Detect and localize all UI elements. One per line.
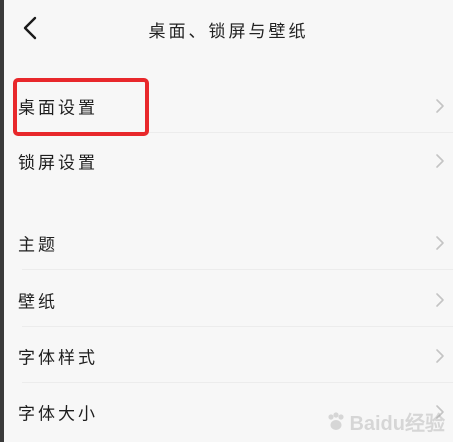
list-item-font-style[interactable]: 字体样式	[4, 329, 453, 383]
item-label: 字体样式	[18, 348, 98, 369]
highlight-annotation-box	[13, 78, 149, 136]
chevron-right-icon	[436, 293, 444, 307]
header: 桌面、锁屏与壁纸	[4, 0, 453, 60]
divider	[22, 269, 453, 270]
divider	[22, 326, 453, 327]
page-title: 桌面、锁屏与壁纸	[148, 22, 309, 42]
item-label: 主题	[18, 235, 58, 256]
item-label: 壁纸	[18, 292, 58, 313]
watermark-text: Baidu经验	[349, 413, 445, 435]
paw-icon	[328, 411, 345, 430]
watermark: Baidu经验	[325, 407, 445, 436]
settings-screen: 桌面、锁屏与壁纸 桌面设置 锁屏设置 主题 壁纸 字体样式 字体大小 Baidu…	[0, 0, 453, 442]
chevron-right-icon	[436, 349, 444, 363]
list-item-lockscreen-settings[interactable]: 锁屏设置	[4, 134, 453, 188]
chevron-right-icon	[436, 99, 444, 113]
chevron-right-icon	[436, 154, 444, 168]
divider	[22, 382, 453, 383]
chevron-right-icon	[436, 236, 444, 250]
item-label: 锁屏设置	[18, 153, 98, 174]
item-label: 字体大小	[18, 404, 98, 425]
list-item-wallpaper[interactable]: 壁纸	[4, 273, 453, 327]
list-item-theme[interactable]: 主题	[4, 216, 453, 270]
